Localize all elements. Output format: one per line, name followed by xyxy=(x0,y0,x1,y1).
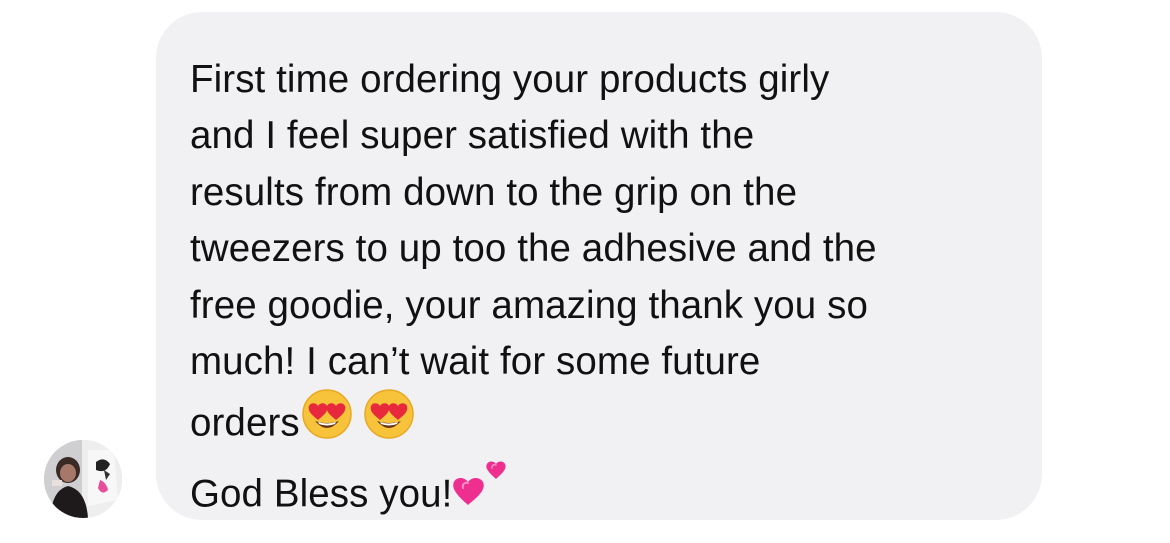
message-line-8-row: God Bless you! xyxy=(190,461,1008,531)
heart-eyes-emoji-icon xyxy=(362,387,416,457)
message-line-6: much! I can’t wait for some future xyxy=(190,340,761,384)
avatar-photo xyxy=(44,440,122,518)
message-line-8: God Bless you! xyxy=(190,472,453,516)
message-line-5: free goodie, your amazing thank you so xyxy=(190,283,868,327)
sender-avatar[interactable] xyxy=(44,440,122,518)
two-hearts-emoji-icon xyxy=(452,458,510,528)
message-line-7: orders xyxy=(190,401,300,445)
message-line-4: tweezers to up too the adhesive and the xyxy=(190,227,877,271)
message-line-3: results from down to the grip on the xyxy=(190,170,798,214)
message-line-2: and I feel super satisfied with the xyxy=(190,114,755,158)
message-bubble[interactable]: First time ordering your products girly … xyxy=(156,12,1042,520)
heart-eyes-emoji-icon xyxy=(300,387,354,457)
message-thread: First time ordering your products girly … xyxy=(0,0,1170,543)
message-line-7-row: orders xyxy=(190,387,1008,460)
message-line-1: First time ordering your products girly xyxy=(190,58,830,101)
